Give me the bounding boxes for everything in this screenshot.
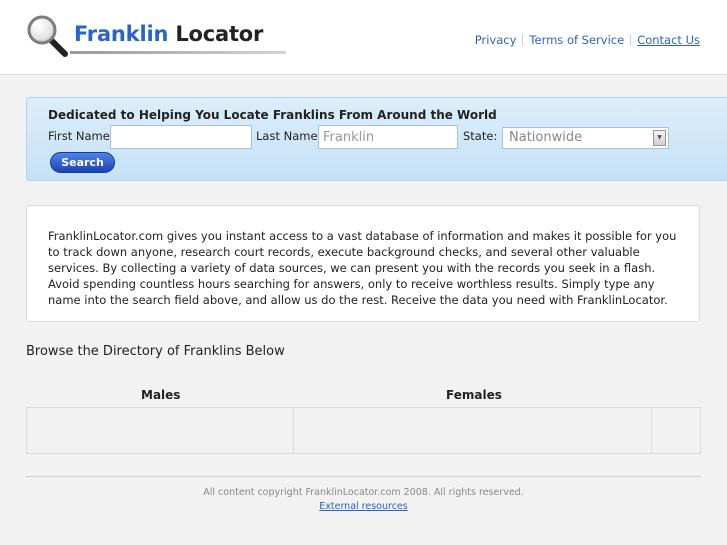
site-header: Franklin Locator Privacy Terms of Service… bbox=[0, 0, 727, 75]
directory-table bbox=[26, 407, 701, 454]
external-resources-link[interactable]: External resources bbox=[319, 501, 407, 512]
info-box: FranklinLocator.com gives you instant ac… bbox=[26, 205, 700, 322]
search-title: Dedicated to Helping You Locate Franklin… bbox=[48, 108, 497, 122]
footer-copyright: All content copyright FranklinLocator.co… bbox=[203, 487, 524, 498]
column-divider bbox=[651, 408, 652, 453]
info-text: FranklinLocator.com gives you instant ac… bbox=[48, 229, 677, 307]
chevron-down-icon[interactable]: ▼ bbox=[653, 130, 666, 146]
privacy-link[interactable]: Privacy bbox=[475, 33, 517, 47]
footer-divider bbox=[26, 476, 701, 477]
directory-title: Browse the Directory of Franklins Below bbox=[26, 344, 285, 359]
last-name-input[interactable] bbox=[318, 125, 458, 149]
column-divider bbox=[293, 408, 294, 453]
site-logo[interactable]: Franklin Locator bbox=[26, 14, 286, 58]
contact-link[interactable]: Contact Us bbox=[637, 33, 700, 47]
search-panel: Dedicated to Helping You Locate Franklin… bbox=[26, 97, 727, 181]
first-name-label: First Name bbox=[48, 129, 110, 143]
females-column-header: Females bbox=[446, 388, 502, 402]
search-button[interactable]: Search bbox=[50, 152, 115, 173]
logo-text: Franklin Locator bbox=[74, 22, 263, 46]
state-select[interactable]: Nationwide ▼ bbox=[502, 127, 669, 149]
terms-link[interactable]: Terms of Service bbox=[529, 33, 624, 47]
logo-brand: Franklin bbox=[74, 22, 169, 46]
logo-rest: Locator bbox=[168, 22, 264, 46]
magnifier-icon bbox=[27, 15, 68, 57]
last-name-label: Last Name bbox=[256, 129, 318, 143]
state-label: State: bbox=[463, 129, 498, 143]
logo-underline bbox=[70, 51, 286, 54]
first-name-input[interactable] bbox=[110, 125, 252, 149]
state-select-value: Nationwide bbox=[509, 130, 583, 145]
males-column-header: Males bbox=[141, 388, 181, 402]
nav-divider bbox=[630, 34, 632, 46]
nav-divider bbox=[522, 34, 524, 46]
top-nav: Privacy Terms of Service Contact Us bbox=[475, 33, 700, 47]
